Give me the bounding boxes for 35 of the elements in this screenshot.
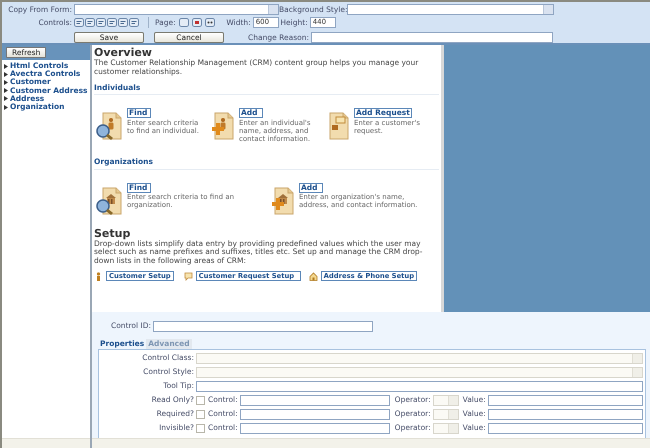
dropdown[interactable] bbox=[196, 366, 643, 378]
change-reason-field[interactable] bbox=[311, 32, 553, 43]
speech-bubble-icon bbox=[184, 272, 193, 281]
checkbox[interactable] bbox=[196, 396, 205, 404]
page-icon[interactable] bbox=[204, 18, 215, 27]
control-type-icon[interactable] bbox=[85, 18, 95, 27]
search-icon bbox=[94, 186, 124, 216]
background-style-select[interactable] bbox=[347, 4, 554, 16]
control-type-icon[interactable] bbox=[107, 18, 117, 27]
section-title: Setup bbox=[94, 226, 132, 240]
control-type-icon[interactable] bbox=[96, 18, 106, 27]
scrollbar[interactable] bbox=[92, 438, 650, 448]
control-type-icon[interactable] bbox=[118, 18, 128, 27]
control-field[interactable] bbox=[240, 408, 390, 420]
checkbox[interactable] bbox=[196, 424, 205, 432]
checkbox[interactable] bbox=[196, 410, 205, 418]
control-type-icon[interactable] bbox=[74, 18, 84, 27]
tool-tip-field[interactable] bbox=[196, 380, 643, 392]
dropdown[interactable] bbox=[196, 352, 643, 364]
search-icon bbox=[94, 111, 124, 142]
operator-select[interactable] bbox=[432, 394, 459, 406]
control-id-field[interactable] bbox=[153, 320, 373, 332]
value-field[interactable] bbox=[488, 422, 643, 434]
operator-select[interactable] bbox=[432, 422, 459, 434]
control-type-icon[interactable] bbox=[129, 18, 139, 27]
value-field[interactable] bbox=[488, 394, 643, 406]
control-field[interactable] bbox=[240, 422, 390, 434]
value-field[interactable] bbox=[488, 408, 643, 420]
control-field[interactable] bbox=[240, 394, 390, 406]
person-icon bbox=[94, 272, 103, 281]
house-icon bbox=[308, 272, 318, 281]
page-icon[interactable] bbox=[192, 18, 202, 27]
page-title: Overview bbox=[94, 46, 153, 59]
operator-select[interactable] bbox=[432, 408, 459, 420]
scrollbar[interactable] bbox=[2, 438, 90, 448]
